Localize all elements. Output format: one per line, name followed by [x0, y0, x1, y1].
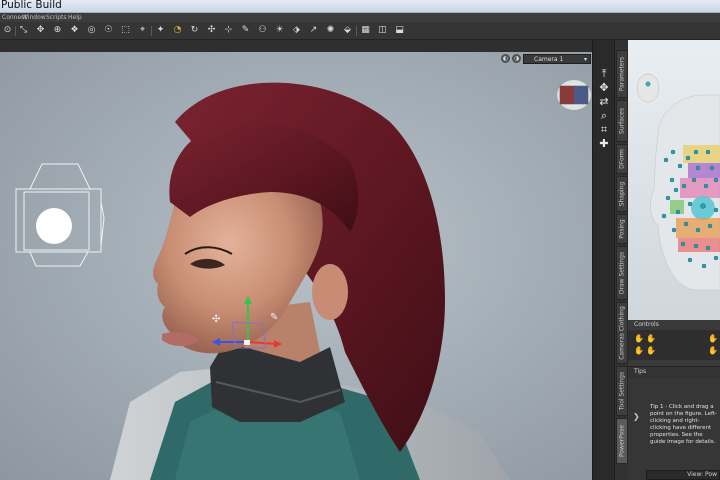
viewport-tool-strip: ⤒ ✥ ⇄ ⌕ ⌗ ✚: [592, 40, 614, 480]
powerpose-panel: Controls ✋ ✋ ✋ ✋ ✋ ✋ Tips ❯ Tip 1 - Clic…: [628, 40, 720, 480]
tab-dform[interactable]: DForm: [616, 144, 628, 174]
controls-area: ✋ ✋ ✋ ✋ ✋ ✋: [628, 330, 720, 360]
dolly-icon[interactable]: ⇄: [598, 96, 610, 108]
toolbar-separator: [15, 26, 16, 36]
geometry-editor-icon[interactable]: ❖: [69, 25, 80, 36]
window-title: Public Build: [1, 0, 62, 11]
camera-select[interactable]: Camera 1 ▾: [523, 54, 591, 64]
pane-tab-strip: Parameters Surfaces DForm Shaping Posing…: [614, 40, 628, 480]
scene-render[interactable]: ✣ ✎: [0, 52, 592, 480]
toolbar-separator: [151, 26, 152, 36]
connect-icon[interactable]: ⊙: [2, 25, 13, 36]
tab-posing[interactable]: Posing: [616, 214, 628, 244]
camera-select-label: Camera 1: [534, 56, 564, 63]
hand-control-icon[interactable]: ✋: [634, 334, 644, 344]
surface-selection-icon[interactable]: ⬚: [120, 25, 131, 36]
chevron-down-icon: ▾: [583, 56, 587, 63]
active-pose-icon[interactable]: ☉: [103, 25, 114, 36]
menu-help[interactable]: Help: [68, 13, 82, 22]
render-settings-icon[interactable]: ⬙: [342, 25, 353, 36]
title-bar: Public Build: [0, 0, 720, 13]
tab-draw-settings[interactable]: Draw Settings: [616, 246, 628, 300]
pan-icon[interactable]: ✥: [598, 82, 610, 94]
layout-icon[interactable]: ▦: [360, 25, 371, 36]
daz-studio-window: Public Build Connect Window Scripts Help…: [0, 0, 720, 480]
arrow-tool-icon[interactable]: ↗: [308, 25, 319, 36]
light-tool-icon[interactable]: ⊹: [223, 25, 234, 36]
hand-control-icon[interactable]: ✋: [708, 334, 718, 344]
view-select[interactable]: View: Pow: [646, 470, 720, 480]
tips-panel: ❯ Tip 1 - Click and drag a point on the …: [628, 378, 720, 480]
hand-control-icon[interactable]: ✋: [646, 334, 656, 344]
tab-shaping[interactable]: Shaping: [616, 176, 628, 212]
render-icon[interactable]: ✺: [325, 25, 336, 36]
region-nav-icon[interactable]: ◎: [86, 25, 97, 36]
edit-icon[interactable]: ✎: [240, 25, 251, 36]
universal-tool-icon[interactable]: ↻: [189, 25, 200, 36]
preview-icon[interactable]: ☀: [274, 25, 285, 36]
tip-next-icon[interactable]: ❯: [633, 412, 640, 421]
tips-text: Tip 1 - Click and drag a point on the fi…: [650, 404, 717, 445]
tips-tab[interactable]: Tips: [628, 366, 720, 378]
hand-control-icon[interactable]: ✋: [646, 346, 656, 356]
view-select-label: View: Pow: [687, 471, 717, 478]
spotlight-widget[interactable]: [15, 163, 105, 267]
pose-tool-icon[interactable]: ⤡: [18, 25, 29, 36]
aim-icon[interactable]: ✚: [598, 138, 610, 150]
viewport-options-icon[interactable]: ◐: [501, 54, 510, 63]
hand-control-icon[interactable]: ✋: [708, 346, 718, 356]
powerpose-face-map[interactable]: [628, 40, 720, 320]
camera-tool-icon[interactable]: ⬗: [291, 25, 302, 36]
translate-tool-icon[interactable]: ✦: [155, 25, 166, 36]
save-icon[interactable]: ⬓: [394, 25, 405, 36]
spot-render-icon[interactable]: ⚇: [257, 25, 268, 36]
joint-editor-icon[interactable]: ⊕: [52, 25, 63, 36]
scale-tool-icon[interactable]: ◔: [172, 25, 183, 36]
menu-window[interactable]: Window: [22, 13, 46, 22]
figure-tool-icon[interactable]: ✣: [206, 25, 217, 36]
tab-tool-settings[interactable]: Tool Settings: [616, 366, 628, 416]
navigation-cube[interactable]: [557, 80, 591, 110]
menu-bar: Connect Window Scripts Help: [0, 13, 720, 22]
toolbar-separator: [356, 26, 357, 36]
main-toolbar: ⊙ ⤡ ✥ ⊕ ❖ ◎ ☉ ⬚ ⌖ ✦ ◔ ↻ ✣ ⊹ ✎ ⚇ ☀ ⬗ ↗ ✺ …: [0, 22, 720, 40]
controls-label: Controls: [634, 321, 659, 328]
svg-text:✎: ✎: [270, 312, 278, 323]
tab-cameras-clothing[interactable]: Cameras Clothing: [616, 302, 628, 364]
tab-parameters[interactable]: Parameters: [616, 50, 628, 98]
zoom-icon[interactable]: ⌕: [598, 110, 610, 122]
tab-surfaces[interactable]: Surfaces: [616, 100, 628, 142]
node-weight-icon[interactable]: ✥: [35, 25, 46, 36]
tab-powerpose[interactable]: PowerPose: [616, 418, 628, 464]
ear: [312, 264, 348, 320]
3d-viewport[interactable]: ✣ ✎ ◐ ◑ Camera 1 ▾: [0, 52, 592, 480]
camera-view-icon[interactable]: ◫: [377, 25, 388, 36]
svg-text:✣: ✣: [212, 314, 220, 325]
hand-control-icon[interactable]: ✋: [634, 346, 644, 356]
rotate-tool-icon[interactable]: ⌖: [137, 25, 148, 36]
frame-icon[interactable]: ⌗: [598, 124, 610, 136]
draw-style-icon[interactable]: ◑: [512, 54, 521, 63]
menu-scripts[interactable]: Scripts: [46, 13, 67, 22]
tips-tab-label: Tips: [634, 368, 647, 375]
orbit-icon[interactable]: ⤒: [598, 68, 610, 80]
